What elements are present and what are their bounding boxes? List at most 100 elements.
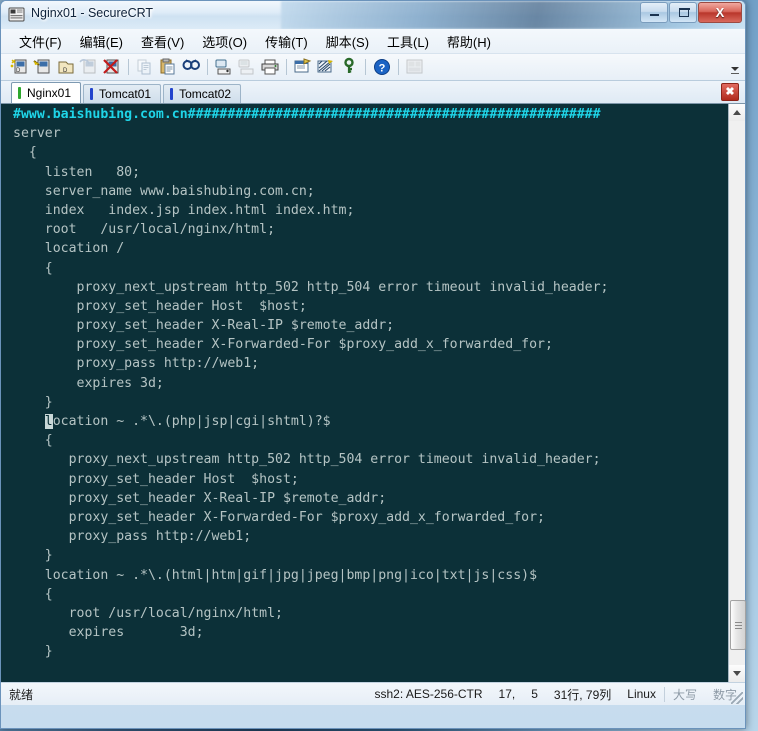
status-os: Linux [627, 687, 656, 701]
terminal-line: listen 80; [13, 163, 728, 182]
terminal-text: #www.baishubing.com.cn##################… [13, 107, 601, 122]
menu-tools[interactable]: 工具(L) [378, 30, 438, 53]
tab-nginx01[interactable]: Nginx01 [11, 82, 82, 103]
menu-script[interactable]: 脚本(S) [317, 30, 378, 53]
terminal-text: proxy_pass http://web1; [13, 529, 252, 545]
terminal-line: { [13, 259, 728, 278]
terminal-text: ocation ~ .*\.(php|jsp|cgi|shtml)?$ [52, 414, 331, 429]
tab-status-mark [170, 88, 174, 100]
terminal-line: } [13, 393, 728, 412]
tab-tomcat01[interactable]: Tomcat01 [83, 84, 162, 103]
menu-view[interactable]: 查看(V) [132, 30, 193, 53]
terminal-line: index index.jsp index.html index.htm; [13, 201, 728, 220]
key-icon[interactable] [338, 56, 360, 78]
terminal-text: proxy_set_header Host $host; [13, 298, 307, 314]
close-tab-icon: ✖ [725, 85, 735, 98]
terminal-scrollbar[interactable] [728, 104, 746, 682]
toolbar-separator [128, 59, 129, 75]
menu-transfer[interactable]: 传输(T) [256, 30, 317, 53]
terminal-line: proxy_set_header X-Forwarded-For $proxy_… [13, 335, 728, 354]
terminal-text: proxy_next_upstream http_502 http_504 er… [13, 452, 601, 468]
menu-help[interactable]: 帮助(H) [438, 30, 500, 53]
clone-session-icon[interactable]: D [55, 56, 77, 78]
menu-edit[interactable]: 编辑(E) [71, 30, 132, 53]
close-button[interactable]: X [698, 2, 742, 23]
terminal-text: server [13, 126, 61, 142]
terminal-line: proxy_set_header Host $host; [13, 470, 728, 489]
toolbar-separator [398, 59, 399, 75]
maximize-button[interactable] [669, 2, 697, 23]
toolbar-separator [286, 59, 287, 75]
terminal-text: { [13, 433, 53, 449]
status-protocol: ssh2: AES-256-CTR [374, 687, 483, 701]
tab-label: Tomcat02 [179, 87, 232, 101]
close-icon: X [715, 5, 725, 20]
toolbar: D D ? [1, 54, 745, 81]
svg-text:?: ? [379, 63, 386, 75]
log-session-icon[interactable] [236, 56, 258, 78]
global-options-icon[interactable] [315, 56, 337, 78]
terminal-text: proxy_pass http://web1; [13, 356, 260, 372]
status-caps-lock: 大写 [672, 687, 697, 702]
terminal-line: proxy_set_header Host $host; [13, 297, 728, 316]
print-icon[interactable] [259, 56, 281, 78]
find-icon[interactable] [180, 56, 202, 78]
terminal-text: proxy_set_header Host $host; [13, 471, 299, 487]
terminal-screen[interactable]: #www.baishubing.com.cn##################… [1, 104, 728, 682]
toolbar-overflow-button[interactable] [729, 57, 741, 76]
print-screen-icon[interactable] [213, 56, 235, 78]
close-tab-button[interactable]: ✖ [721, 83, 739, 101]
resize-grip[interactable] [731, 692, 743, 704]
scroll-thumb[interactable] [730, 600, 746, 650]
help-icon[interactable]: ? [371, 56, 393, 78]
title-bar: Nginx01 - SecureCRT X [1, 1, 745, 29]
tile-windows-icon[interactable] [404, 56, 426, 78]
status-row: 17, [498, 687, 516, 701]
terminal-text: index index.jsp index.html index.htm; [13, 202, 355, 218]
terminal-line: proxy_set_header X-Forwarded-For $proxy_… [13, 508, 728, 527]
terminal-text: location / [13, 241, 125, 257]
status-col: 5 [531, 687, 538, 701]
disconnect-icon[interactable] [101, 56, 123, 78]
svg-text:D: D [63, 68, 68, 74]
terminal-line: proxy_pass http://web1; [13, 527, 728, 546]
terminal-text: proxy_set_header X-Real-IP $remote_addr; [13, 318, 395, 334]
menu-file[interactable]: 文件(F) [10, 30, 71, 53]
tab-label: Tomcat01 [99, 87, 152, 101]
connect-icon[interactable] [32, 56, 54, 78]
terminal-text: proxy_set_header X-Real-IP $remote_addr; [13, 490, 387, 506]
scroll-up-arrow[interactable] [729, 104, 745, 121]
status-bar: 就绪 ssh2: AES-256-CTR 17, 5 31行, 79列 Linu… [1, 682, 745, 705]
tab-strip: Nginx01 Tomcat01 Tomcat02 ✖ [1, 81, 745, 103]
terminal-line: proxy_next_upstream http_502 http_504 er… [13, 450, 728, 469]
terminal-line: expires 3d; [13, 623, 728, 642]
tab-status-mark [90, 88, 94, 100]
terminal-line: } [13, 546, 728, 565]
new-session-icon[interactable]: D [9, 56, 31, 78]
menu-bar: 文件(F) 编辑(E) 查看(V) 选项(O) 传输(T) 脚本(S) 工具(L… [1, 29, 745, 54]
terminal-line: { [13, 143, 728, 162]
terminal-text: expires 3d; [13, 375, 164, 391]
terminal-text: { [13, 145, 37, 161]
terminal-text: server_name www.baishubing.com.cn; [13, 183, 315, 199]
terminal-line: server [13, 124, 728, 143]
svg-text:D: D [16, 68, 21, 74]
scroll-down-arrow[interactable] [729, 665, 745, 682]
terminal-cursor: l [44, 414, 53, 429]
toolbar-separator [207, 59, 208, 75]
terminal-line: proxy_pass http://web1; [13, 354, 728, 373]
menu-options[interactable]: 选项(O) [193, 30, 256, 53]
terminal-text: listen 80; [13, 164, 141, 180]
minimize-button[interactable] [640, 2, 668, 23]
terminal-line: root /usr/local/nginx/html; [13, 604, 728, 623]
reconnect-icon[interactable] [78, 56, 100, 78]
terminal-line: { [13, 585, 728, 604]
session-options-icon[interactable] [292, 56, 314, 78]
copy-icon[interactable] [134, 56, 156, 78]
paste-icon[interactable] [157, 56, 179, 78]
tab-tomcat02[interactable]: Tomcat02 [163, 84, 242, 103]
terminal-line: proxy_set_header X-Real-IP $remote_addr; [13, 489, 728, 508]
toolbar-separator [365, 59, 366, 75]
terminal-text: root /usr/local/nginx/html; [13, 222, 276, 238]
